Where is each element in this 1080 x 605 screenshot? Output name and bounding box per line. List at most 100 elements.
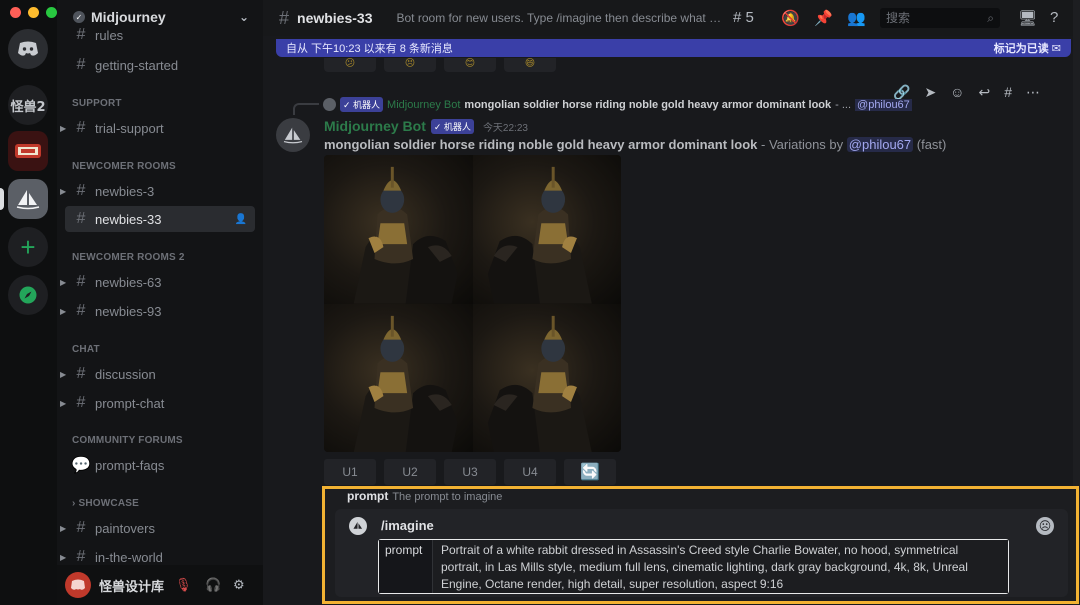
threads-icon[interactable]: # 5: [733, 9, 754, 26]
add-reaction-icon[interactable]: ☺: [950, 84, 964, 101]
channel-title: newbies-33: [297, 10, 373, 26]
channel-newbies-93[interactable]: ▶ # newbies-93: [60, 298, 255, 324]
category-showcase[interactable]: › SHOWCASE: [72, 498, 139, 509]
help-icon[interactable]: ?: [1050, 9, 1058, 26]
channel-newbies-33[interactable]: # newbies-33 👤: [65, 206, 255, 232]
channel-trial-support[interactable]: ▶ # trial-support: [60, 115, 255, 141]
hash-icon: #: [76, 119, 86, 136]
explore-icon[interactable]: [8, 275, 48, 315]
option-hint: prompt The prompt to imagine: [347, 489, 503, 503]
guild-name: Midjourney: [91, 9, 166, 25]
thread-hash-icon: #: [279, 7, 290, 28]
category-newcomer-2[interactable]: NEWCOMER ROOMS 2: [72, 252, 185, 263]
category-support[interactable]: SUPPORT: [72, 98, 122, 109]
bot-badge: ✓ 机器人: [340, 97, 384, 112]
window-controls: [10, 7, 57, 18]
inbox-icon[interactable]: 🖥: [1018, 9, 1037, 27]
upscale-4-button[interactable]: U4: [504, 459, 556, 485]
search-icon: ⌕: [987, 11, 994, 25]
channel-paintovers[interactable]: ▶ # paintovers: [60, 515, 255, 541]
generated-image[interactable]: [324, 303, 473, 452]
pin-icon[interactable]: 📌: [814, 9, 833, 27]
member-list-icon[interactable]: 👥: [847, 9, 866, 27]
channel-prompt-faqs[interactable]: 💬 prompt-faqs: [65, 452, 255, 478]
thread-hash-icon: #: [76, 210, 86, 227]
option-label: prompt: [379, 540, 433, 593]
channel-prompt-chat[interactable]: ▶ # prompt-chat: [60, 390, 255, 416]
emoji-picker-icon[interactable]: ☹: [1036, 517, 1054, 535]
upscale-buttons: U1 U2 U3 U4 🔄: [324, 459, 616, 485]
generated-image[interactable]: [324, 155, 473, 304]
create-thread-icon[interactable]: #: [1004, 84, 1012, 101]
midjourney-icon: [349, 517, 367, 535]
message-input[interactable]: /imagine ☹ prompt Portrait of a white ra…: [335, 509, 1068, 597]
avatar[interactable]: [276, 118, 310, 152]
reaction-button[interactable]: 😕: [324, 58, 376, 72]
reaction-button[interactable]: 😄: [504, 58, 556, 72]
category-community-forums[interactable]: COMMUNITY FORUMS: [72, 435, 183, 446]
chevron-down-icon[interactable]: ⌄: [239, 10, 249, 24]
channel-getting-started[interactable]: # getting-started: [65, 52, 255, 78]
channel-rules[interactable]: # rules: [65, 25, 255, 45]
add-server-icon[interactable]: +: [8, 227, 48, 267]
image-grid[interactable]: [324, 155, 621, 452]
send-icon[interactable]: ➤: [924, 84, 936, 101]
reaction-button[interactable]: 😣: [384, 58, 436, 72]
new-messages-banner[interactable]: 自从 下午10:23 以来有 8 条新消息 标记为已读 ✉: [276, 39, 1071, 57]
channel-newbies-3[interactable]: ▶ # newbies-3: [60, 178, 255, 204]
discord-home-icon[interactable]: [8, 29, 48, 69]
upscale-1-button[interactable]: U1: [324, 459, 376, 485]
prompt-option-field[interactable]: prompt Portrait of a white rabbit dresse…: [378, 539, 1009, 594]
maximize-window-button[interactable]: [46, 7, 57, 18]
generated-image[interactable]: [472, 303, 621, 452]
hash-icon: #: [76, 56, 86, 73]
rider-illustration: [487, 315, 592, 452]
channel-newbies-63[interactable]: ▶ # newbies-63: [60, 269, 255, 295]
rider-illustration: [353, 315, 458, 452]
midjourney-icon[interactable]: [8, 179, 48, 219]
message-toolbar: 🔗 ➤ ☺ ↩ # ⋯: [893, 84, 1040, 101]
channel-discussion[interactable]: ▶ # discussion: [60, 361, 255, 387]
category-chat[interactable]: CHAT: [72, 344, 100, 355]
server-guai[interactable]: 怪兽2: [8, 85, 48, 125]
category-newcomer[interactable]: NEWCOMER ROOMS: [72, 161, 176, 172]
reply-reference[interactable]: ✓ 机器人 Midjourney Bot mongolian soldier h…: [323, 97, 912, 112]
generated-image[interactable]: [472, 155, 621, 304]
thread-hash-icon: #: [76, 273, 86, 290]
slash-command-name: /imagine: [381, 518, 434, 533]
settings-gear-icon[interactable]: ⚙: [233, 577, 245, 593]
message-author[interactable]: Midjourney Bot: [324, 118, 426, 134]
reply-connector: [293, 103, 319, 115]
mute-bell-icon[interactable]: 🔕: [781, 9, 800, 27]
message-timestamp: 今天22:23: [482, 122, 528, 134]
search-input[interactable]: 搜索 ⌕: [880, 8, 1000, 28]
hash-icon: #: [76, 26, 86, 43]
headphones-icon[interactable]: 🎧: [205, 577, 221, 593]
mark-as-read-button[interactable]: 标记为已读 ✉: [994, 40, 1061, 56]
caret-right-icon: ▶: [60, 277, 67, 287]
illustration-shape: [377, 371, 408, 393]
message-content: mongolian soldier horse riding noble gol…: [324, 137, 947, 152]
mention[interactable]: @philou67: [846, 137, 914, 152]
add-member-icon[interactable]: 👤: [235, 214, 247, 225]
reroll-button[interactable]: 🔄: [564, 459, 616, 485]
rider-illustration: [487, 166, 592, 304]
verified-icon: ✓: [73, 11, 85, 23]
upscale-2-button[interactable]: U2: [384, 459, 436, 485]
illustration-shape: [551, 166, 555, 188]
channel-sidebar: ✓ Midjourney ⌄ # rules # getting-started…: [57, 0, 263, 605]
close-window-button[interactable]: [10, 7, 21, 18]
caret-right-icon: ▶: [60, 398, 67, 408]
server-logo-icon[interactable]: [8, 131, 48, 171]
caret-right-icon: ▶: [60, 123, 67, 133]
avatar[interactable]: [65, 572, 91, 598]
mention[interactable]: @philou67: [855, 98, 912, 111]
prompt-text[interactable]: Portrait of a white rabbit dressed in As…: [433, 540, 1008, 593]
channel-topic[interactable]: Bot room for new users. Type /imagine th…: [397, 11, 727, 25]
reaction-button[interactable]: 😊: [444, 58, 496, 72]
more-icon[interactable]: ⋯: [1026, 84, 1040, 101]
reply-icon[interactable]: ↩: [978, 84, 990, 101]
upscale-3-button[interactable]: U3: [444, 459, 496, 485]
minimize-window-button[interactable]: [28, 7, 39, 18]
mic-muted-icon[interactable]: 🎙: [175, 577, 192, 593]
